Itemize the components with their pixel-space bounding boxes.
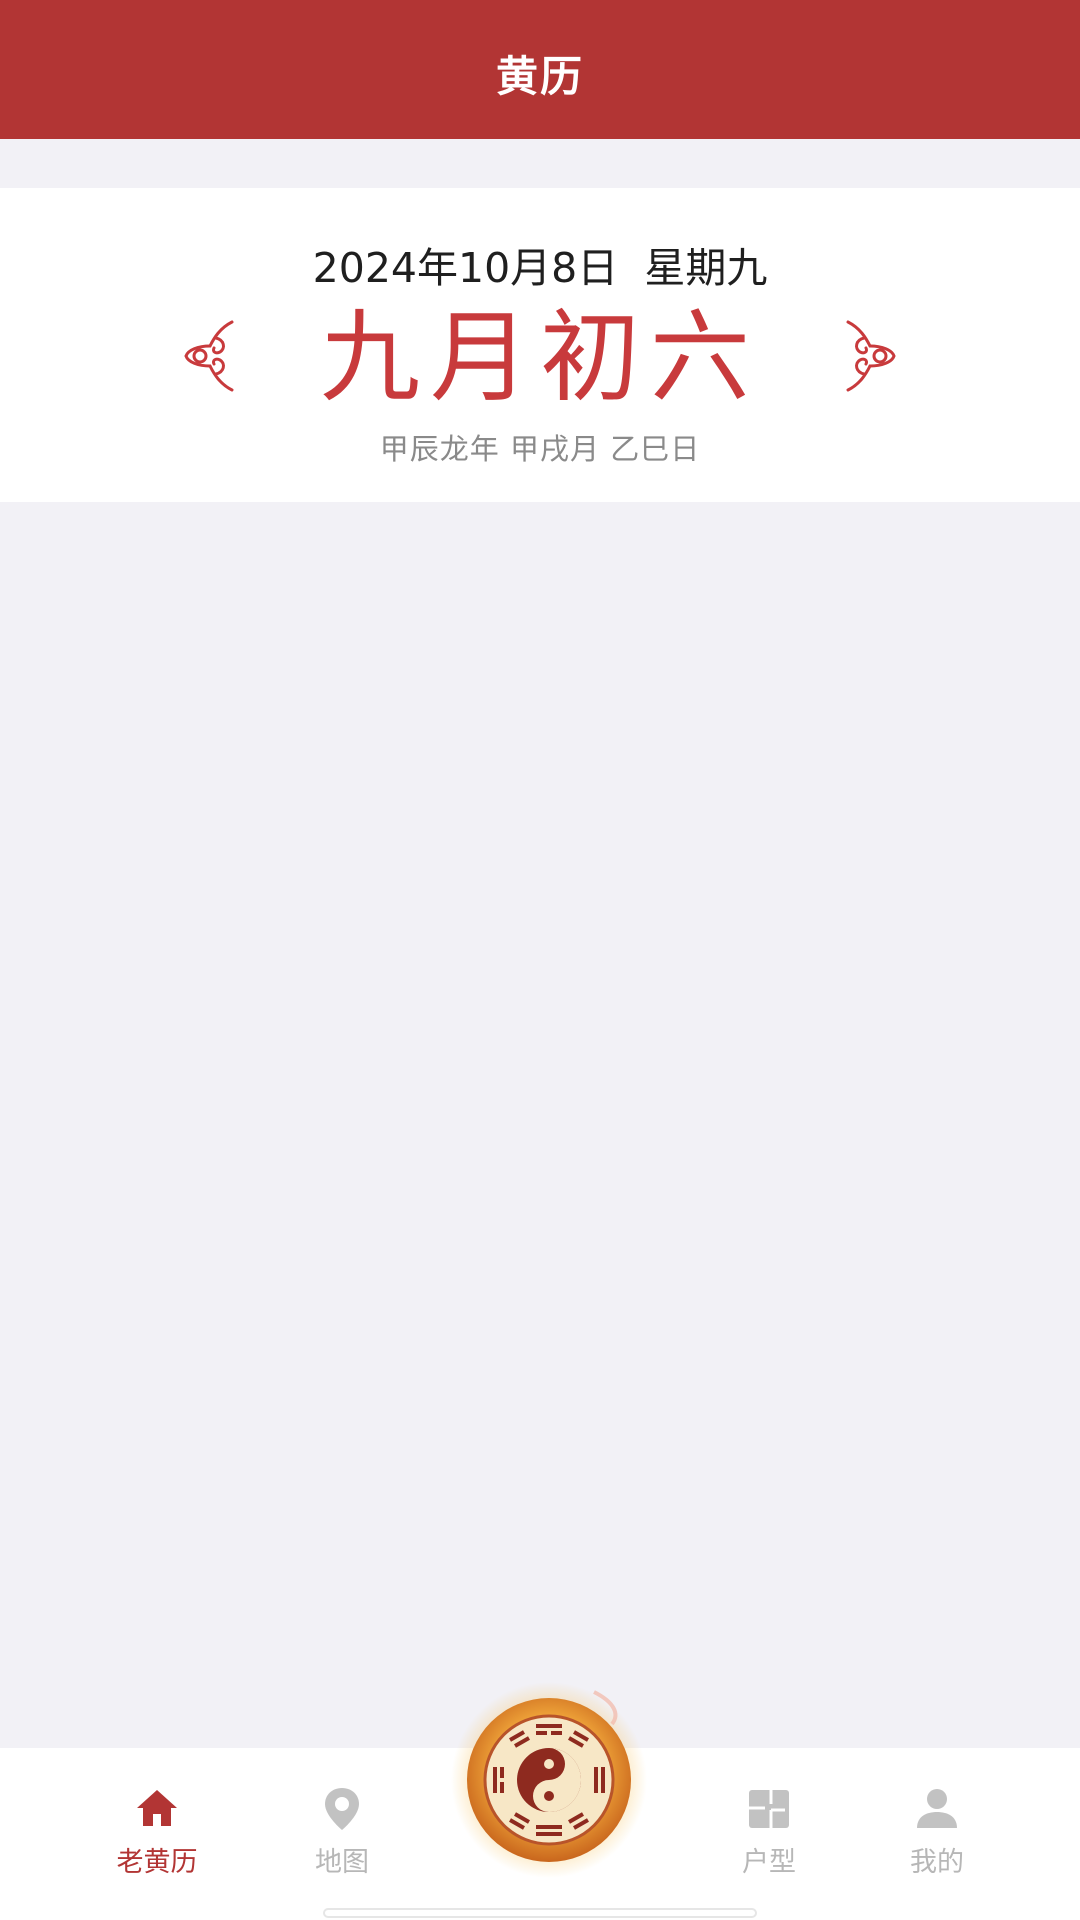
header-bar: 黄历 [0, 0, 1080, 139]
home-indicator [323, 1908, 757, 1918]
map-pin-icon [325, 1788, 359, 1830]
tab-label: 户型 [742, 1847, 796, 1878]
cloud-scroll-ornament-icon [846, 320, 896, 392]
page-title: 黄历 [495, 52, 584, 101]
tab-laohuangli[interactable]: 老黄历 [87, 1784, 227, 1879]
bagua-yinyang-icon[interactable] [444, 1680, 654, 1880]
lunar-date: 九月初六 [320, 299, 760, 416]
solar-date: 2024年10月8日 星期九 [312, 244, 768, 292]
person-icon [917, 1789, 957, 1828]
ganzhi-text: 甲辰龙年 甲戌月 乙巳日 [379, 432, 701, 466]
tab-map[interactable]: 地图 [272, 1784, 412, 1879]
floorplan-icon [749, 1790, 789, 1828]
tab-label: 我的 [910, 1847, 964, 1878]
tab-label: 地图 [315, 1847, 369, 1878]
date-card: 2024年10月8日 星期九 九月初六 甲辰龙年 甲戌月 乙巳日 [0, 188, 1080, 502]
tab-mine[interactable]: 我的 [867, 1784, 1007, 1879]
home-icon [137, 1790, 177, 1826]
tab-huxing[interactable]: 户型 [699, 1784, 839, 1879]
tab-label: 老黄历 [116, 1847, 198, 1878]
